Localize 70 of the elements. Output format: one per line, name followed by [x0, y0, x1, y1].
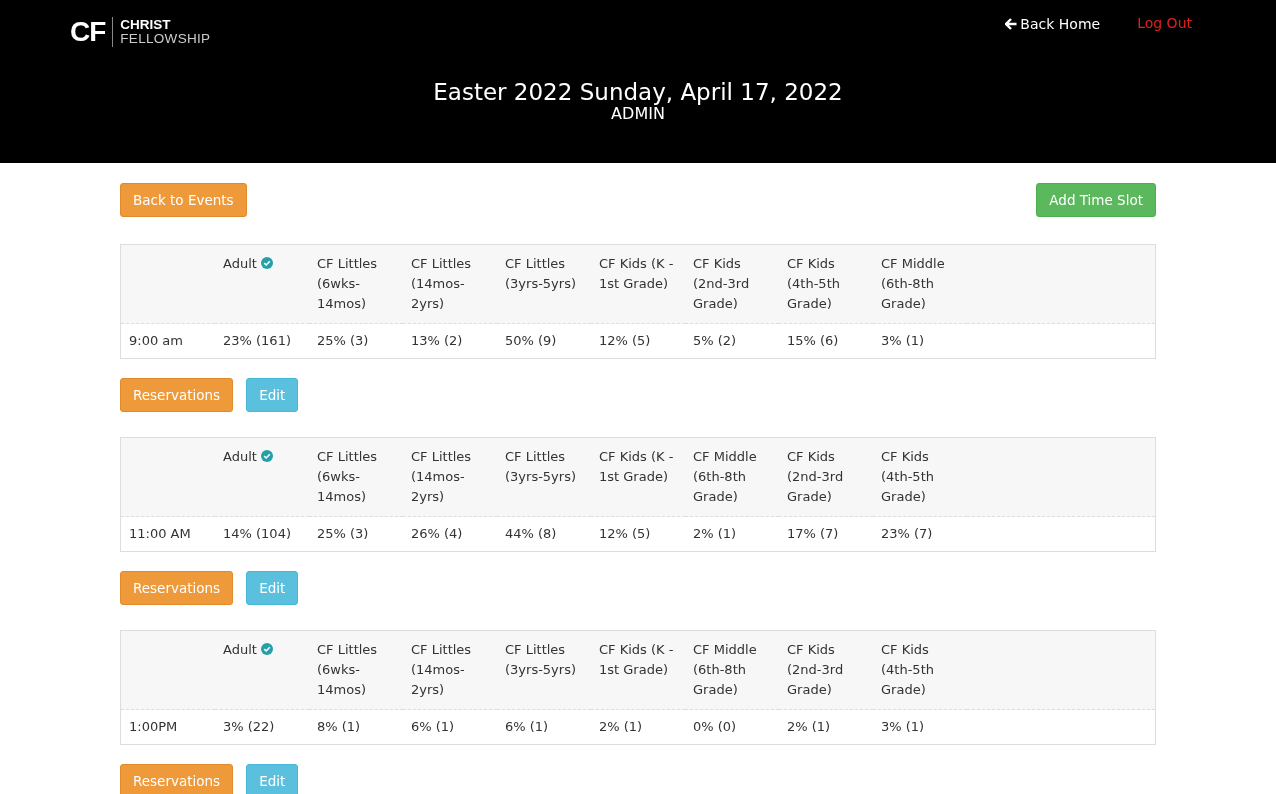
page-subtitle: ADMIN	[611, 105, 665, 123]
table-cell: 13% (2)	[403, 323, 497, 359]
table-cell: 3% (22)	[215, 709, 309, 745]
check-circle-icon	[260, 450, 273, 462]
column-header: CF Littles (14mos-2yrs)	[403, 630, 497, 710]
table-cell: 2% (1)	[779, 709, 873, 745]
table-cell: 15% (6)	[779, 323, 873, 359]
column-header: CF Kids (4th-5th Grade)	[873, 630, 967, 710]
table-cell: 2% (1)	[685, 516, 779, 552]
arrow-left-icon	[1005, 18, 1018, 30]
logo-name: FELLOWSHIP	[120, 32, 211, 46]
table-cell: 50% (9)	[497, 323, 591, 359]
table-cell: 6% (1)	[497, 709, 591, 745]
table-cell: 3% (1)	[873, 323, 967, 359]
reservations-button[interactable]: Reservations	[120, 378, 234, 412]
table-cell: 26% (4)	[403, 516, 497, 552]
column-header: CF Kids (4th-5th Grade)	[779, 244, 873, 324]
column-header: CF Littles (14mos-2yrs)	[403, 437, 497, 517]
column-header: CF Littles (3yrs-5yrs)	[497, 244, 591, 324]
logo-name: CHRIST	[120, 18, 172, 32]
time-cell: 9:00 am	[120, 323, 215, 359]
check-circle-icon	[260, 643, 273, 655]
column-header: Adult	[215, 244, 309, 324]
table-cell: 25% (3)	[309, 516, 403, 552]
time-cell: 1:00PM	[120, 709, 215, 745]
table-cell: 14% (104)	[215, 516, 309, 552]
reservations-button[interactable]: Reservations	[120, 764, 234, 794]
page-title: Easter 2022 Sunday, April 17, 2022	[432, 79, 844, 105]
table-cell: 12% (5)	[591, 323, 685, 359]
table-cell: 25% (3)	[309, 323, 403, 359]
column-header: CF Littles (3yrs-5yrs)	[497, 630, 591, 710]
column-header: CF Littles (6wks-14mos)	[309, 244, 403, 324]
edit-button[interactable]: Edit	[246, 764, 299, 794]
reservations-button[interactable]: Reservations	[120, 571, 234, 605]
table-cell: 17% (7)	[779, 516, 873, 552]
column-header: CF Kids (2nd-3rd Grade)	[779, 437, 873, 517]
column-header: CF Middle (6th-8th Grade)	[873, 244, 967, 324]
column-header: CF Kids (2nd-3rd Grade)	[779, 630, 873, 710]
column-header: CF Middle (6th-8th Grade)	[685, 630, 779, 710]
log-out-link[interactable]: Log Out	[1137, 15, 1192, 33]
table-cell: 6% (1)	[403, 709, 497, 745]
table-cell: 2% (1)	[591, 709, 685, 745]
column-header: CF Middle (6th-8th Grade)	[685, 437, 779, 517]
logo-mark: CF	[70, 15, 106, 49]
table-cell: 12% (5)	[591, 516, 685, 552]
table-cell: 3% (1)	[873, 709, 967, 745]
edit-button[interactable]: Edit	[246, 378, 299, 412]
column-header: Adult	[215, 437, 309, 517]
column-header: CF Littles (14mos-2yrs)	[403, 244, 497, 324]
back-button[interactable]: Back to Events	[120, 183, 247, 217]
time-cell: 11:00 AM	[120, 516, 215, 552]
table-cell: 0% (0)	[685, 709, 779, 745]
edit-button[interactable]: Edit	[246, 571, 299, 605]
column-header: CF Kids (4th-5th Grade)	[873, 437, 967, 517]
column-header: CF Kids (K - 1st Grade)	[591, 244, 685, 324]
table-cell: 8% (1)	[309, 709, 403, 745]
column-header: CF Kids (K - 1st Grade)	[591, 630, 685, 710]
column-header: CF Littles (3yrs-5yrs)	[497, 437, 591, 517]
table-cell: 23% (7)	[873, 516, 967, 552]
column-header: CF Littles (6wks-14mos)	[309, 630, 403, 710]
add-button[interactable]: Add Time Slot	[1036, 183, 1156, 217]
table-cell: 23% (161)	[215, 323, 309, 359]
table-cell: 44% (8)	[497, 516, 591, 552]
column-header: CF Kids (K - 1st Grade)	[591, 437, 685, 517]
table-cell: 5% (2)	[685, 323, 779, 359]
column-header: CF Littles (6wks-14mos)	[309, 437, 403, 517]
column-header: CF Kids (2nd-3rd Grade)	[685, 244, 779, 324]
column-header: Adult	[215, 630, 309, 710]
back-home-link[interactable]: Back Home	[1005, 15, 1101, 33]
check-circle-icon	[260, 257, 273, 269]
